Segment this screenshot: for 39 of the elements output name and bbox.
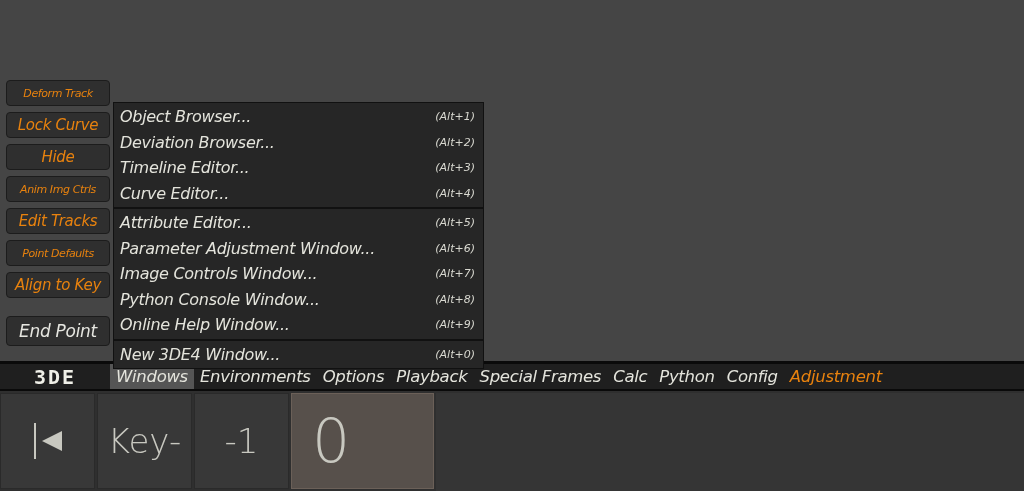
shortcut-label: (Alt+9)	[435, 318, 475, 332]
menu-item[interactable]: Object Browser...	[120, 107, 252, 127]
shortcut-label: (Alt+4)	[435, 186, 475, 200]
menu-item[interactable]: Image Controls Window...	[120, 264, 318, 284]
menu-bar-item[interactable]: Special Frames	[473, 364, 608, 389]
menu-item[interactable]: Online Help Window...	[120, 315, 290, 335]
shortcut-label: (Alt+8)	[435, 292, 475, 306]
app-logo: 3DE	[32, 364, 78, 389]
menu-item[interactable]: Python Console Window...	[120, 289, 320, 309]
tool-button[interactable]: End Point	[6, 316, 110, 346]
shortcut-label: (Alt+6)	[435, 241, 475, 255]
menu-item[interactable]: Parameter Adjustment Window...	[120, 238, 375, 258]
menu-item[interactable]: Timeline Editor...	[120, 158, 250, 178]
tool-button[interactable]: Point Defaults	[6, 240, 110, 266]
step-button[interactable]: -1	[194, 393, 289, 489]
shortcut-label: (Alt+2)	[435, 135, 475, 149]
tool-button[interactable]: Deform Track	[6, 80, 110, 106]
menu-item[interactable]: Curve Editor...	[120, 183, 229, 203]
menu-item[interactable]: Deviation Browser...	[120, 132, 275, 152]
menu-item[interactable]: New 3DE4 Window...	[120, 344, 281, 364]
shortcut-label: (Alt+5)	[435, 216, 475, 230]
shortcut-label: (Alt+3)	[435, 161, 475, 175]
skip-to-start-icon	[31, 423, 64, 459]
tool-button[interactable]: Lock Curve	[6, 112, 110, 138]
tool-button[interactable]: Hide	[6, 144, 110, 170]
tool-button[interactable]: Align to Key	[6, 272, 110, 298]
menu-bar-item[interactable]: Calc	[607, 364, 654, 389]
frame-number-field[interactable]: 0	[291, 393, 434, 489]
shortcut-label: (Alt+7)	[435, 267, 475, 281]
menu-item[interactable]: Attribute Editor...	[120, 213, 252, 233]
shortcut-label: (Alt+0)	[435, 347, 475, 361]
menu-bar-item[interactable]: Python	[653, 364, 721, 389]
tool-button[interactable]: Edit Tracks	[6, 208, 110, 234]
menu-bar-item[interactable]: Config	[720, 364, 784, 389]
shortcut-label: (Alt+1)	[435, 110, 475, 124]
tool-button[interactable]: Anim Img Ctrls	[6, 176, 110, 202]
go-to-start-button[interactable]	[0, 393, 95, 489]
step-button[interactable]: Key-	[97, 393, 192, 489]
menu-bar-item[interactable]: Adjustment	[783, 364, 888, 389]
